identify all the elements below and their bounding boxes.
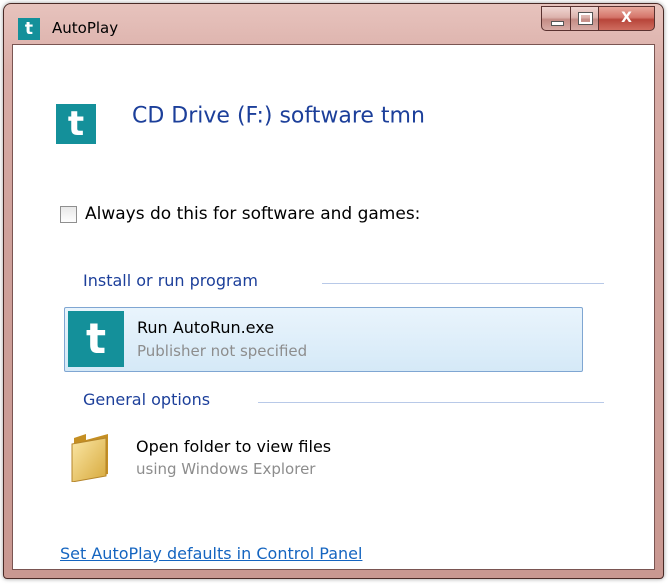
- app-icon: t: [18, 18, 40, 40]
- caption-buttons: X: [541, 6, 655, 32]
- section-install-title: Install or run program: [83, 271, 258, 290]
- window-title: AutoPlay: [52, 19, 119, 37]
- page-title: CD Drive (F:) software tmn: [132, 103, 425, 129]
- open-folder-sub: using Windows Explorer: [136, 460, 316, 478]
- autoplay-window: t AutoPlay X: [3, 3, 664, 579]
- autoplay-defaults-link[interactable]: Set AutoPlay defaults in Control Panel: [60, 544, 362, 563]
- always-do-this-row[interactable]: Always do this for software and games:: [60, 204, 420, 224]
- close-button[interactable]: X: [599, 6, 655, 31]
- maximize-button[interactable]: [571, 6, 599, 31]
- autorun-icon: t: [68, 311, 124, 367]
- drive-icon: t: [56, 104, 96, 144]
- run-autorun-label: Run AutoRun.exe: [137, 318, 275, 337]
- section-general-title: General options: [83, 390, 211, 409]
- folder-icon: [71, 434, 108, 482]
- always-label: Always do this for software and games:: [85, 204, 421, 224]
- run-autorun-publisher: Publisher not specified: [137, 342, 308, 360]
- title-bar[interactable]: t AutoPlay X: [4, 4, 663, 44]
- always-checkbox[interactable]: [60, 205, 77, 223]
- run-autorun-option[interactable]: t Run AutoRun.exe Publisher not specifie…: [64, 307, 583, 372]
- minimize-button[interactable]: [541, 6, 571, 31]
- open-folder-option[interactable]: Open folder to view files: [136, 437, 331, 456]
- section-general-divider: [258, 402, 604, 403]
- section-install-divider: [322, 283, 604, 284]
